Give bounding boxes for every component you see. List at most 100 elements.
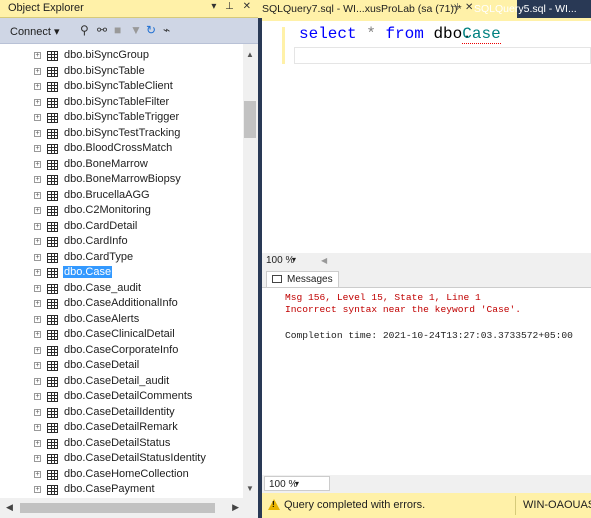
tree-horizontal-scrollbar[interactable]: ◀ ▶ bbox=[0, 498, 258, 518]
expand-icon[interactable]: + bbox=[34, 315, 41, 323]
tab-title: SQLQuery7.sql - WI...xusProLab (sa (71))… bbox=[262, 3, 462, 15]
activity-monitor-icon[interactable]: ⌁ bbox=[163, 23, 170, 37]
expand-icon[interactable]: + bbox=[34, 439, 41, 447]
tree-item[interactable]: + dbo.CaseCorporateInfo bbox=[0, 343, 243, 359]
tree-item[interactable]: + dbo.CaseDetailStatusIdentity bbox=[0, 451, 243, 467]
expand-icon[interactable]: + bbox=[34, 145, 41, 152]
keyword-select: select bbox=[299, 25, 357, 43]
chevron-down-icon[interactable]: ▾ bbox=[292, 255, 296, 264]
tree-item-label: dbo.CaseDetail_audit bbox=[64, 374, 170, 387]
tree-item[interactable]: + dbo.CaseHomeCollection bbox=[0, 467, 243, 483]
refresh-icon[interactable]: ↻ bbox=[146, 23, 156, 37]
disconnect-icon[interactable]: ⚯ bbox=[97, 23, 107, 37]
results-zoom-level: 100 % bbox=[269, 479, 298, 490]
tree-item[interactable]: + dbo.BloodCrossMatch bbox=[0, 141, 243, 157]
tree-item[interactable]: + dbo.CaseAdditionalInfo bbox=[0, 296, 243, 312]
tree-item[interactable]: + dbo.CaseDetail_audit bbox=[0, 374, 243, 390]
connect-object-icon[interactable]: ⚲ bbox=[80, 23, 89, 37]
messages-output[interactable]: Msg 156, Level 15, State 1, Line 1 Incor… bbox=[262, 288, 591, 475]
tree-item[interactable]: + dbo.BoneMarrowBiopsy bbox=[0, 172, 243, 188]
expand-icon[interactable]: + bbox=[34, 222, 41, 230]
table-icon bbox=[47, 299, 58, 309]
scroll-right-icon[interactable]: ▶ bbox=[232, 502, 239, 513]
connect-button[interactable]: Connect ▾ bbox=[10, 25, 60, 38]
expand-icon[interactable]: + bbox=[34, 346, 41, 354]
expand-icon[interactable]: + bbox=[34, 253, 41, 261]
tree-item[interactable]: + dbo.CaseDetailIdentity bbox=[0, 405, 243, 421]
tree-item[interactable]: + dbo.CaseDetailRemark bbox=[0, 420, 243, 436]
expand-icon[interactable]: + bbox=[34, 67, 41, 75]
tree-item[interactable]: + dbo.CardDetail bbox=[0, 219, 243, 235]
expand-icon[interactable]: + bbox=[34, 486, 41, 493]
tab-sqlquery5[interactable]: SQLQuery5.sql - WI... bbox=[474, 3, 577, 15]
expand-icon[interactable]: + bbox=[34, 393, 41, 400]
status-bar: Query completed with errors. WIN-OAOUAS.… bbox=[262, 493, 591, 518]
tree-item[interactable]: + dbo.biSyncGroup bbox=[0, 48, 243, 64]
table-icon bbox=[47, 113, 58, 123]
expand-icon[interactable]: + bbox=[34, 207, 41, 214]
tab-messages[interactable]: Messages bbox=[266, 271, 339, 287]
tree-item[interactable]: + dbo.biSyncTable bbox=[0, 64, 243, 80]
expand-icon[interactable]: + bbox=[34, 191, 41, 199]
tree-item-label: dbo.CaseDetailStatusIdentity bbox=[64, 452, 206, 464]
expand-icon[interactable]: + bbox=[34, 160, 41, 168]
tree-item[interactable]: + dbo.Case_audit bbox=[0, 281, 243, 297]
current-line-highlight bbox=[294, 47, 591, 64]
tree-item[interactable]: + dbo.CaseDetail bbox=[0, 358, 243, 374]
tree-item[interactable]: + dbo.CardType bbox=[0, 250, 243, 266]
tree-item[interactable]: + dbo.biSyncTableTrigger bbox=[0, 110, 243, 126]
stop-icon[interactable]: ■ bbox=[114, 23, 121, 37]
tree-item[interactable]: + dbo.CaseDetailComments bbox=[0, 389, 243, 405]
close-tab-icon[interactable]: ✕ bbox=[465, 2, 473, 13]
filter-icon[interactable]: ▼ bbox=[130, 23, 142, 37]
expand-icon[interactable]: + bbox=[34, 114, 41, 121]
results-zoom-bar: 100 % ▾ bbox=[262, 475, 591, 493]
status-message: Query completed with errors. bbox=[284, 499, 426, 511]
query-editor[interactable]: select * from dbo.Case bbox=[262, 18, 591, 259]
expand-icon[interactable]: + bbox=[34, 52, 41, 59]
expand-icon[interactable]: + bbox=[34, 129, 41, 137]
tree-item[interactable]: + dbo.BrucellaAGG bbox=[0, 188, 243, 204]
tree-item[interactable]: + dbo.CasePayment bbox=[0, 482, 243, 498]
tree-item[interactable]: + dbo.biSyncTestTracking bbox=[0, 126, 243, 142]
expand-icon[interactable]: + bbox=[34, 269, 41, 276]
expand-icon[interactable]: + bbox=[34, 83, 41, 90]
tree-item[interactable]: + dbo.CaseAlerts bbox=[0, 312, 243, 328]
tree-item[interactable]: + dbo.CaseDetailStatus bbox=[0, 436, 243, 452]
scroll-up-icon[interactable]: ▲ bbox=[246, 50, 254, 59]
expand-icon[interactable]: + bbox=[34, 408, 41, 416]
pin-icon[interactable]: ⊣ bbox=[450, 2, 459, 13]
server-name: WIN-OAOUAS... bbox=[523, 499, 591, 511]
expand-icon[interactable]: + bbox=[34, 98, 41, 106]
scroll-down-icon[interactable]: ▼ bbox=[246, 484, 254, 493]
tree-item[interactable]: + dbo.CardInfo bbox=[0, 234, 243, 250]
tree-item[interactable]: + dbo.CaseClinicalDetail bbox=[0, 327, 243, 343]
table-icon bbox=[47, 454, 58, 464]
expand-icon[interactable]: + bbox=[34, 176, 41, 183]
expand-icon[interactable]: + bbox=[34, 331, 41, 338]
tree-item[interactable]: + dbo.Case bbox=[0, 265, 243, 281]
expand-icon[interactable]: + bbox=[34, 470, 41, 478]
tree-vertical-scrollbar[interactable]: ▲ ▼ bbox=[243, 44, 258, 498]
expand-icon[interactable]: + bbox=[34, 424, 41, 431]
tree-item[interactable]: + dbo.biSyncTableClient bbox=[0, 79, 243, 95]
table-icon bbox=[47, 469, 58, 480]
tree-item[interactable]: + dbo.BoneMarrow bbox=[0, 157, 243, 173]
results-zoom-select[interactable]: 100 % ▾ bbox=[264, 476, 330, 491]
tree-item-label: dbo.CardDetail bbox=[64, 219, 138, 232]
tree-item[interactable]: + dbo.biSyncTableFilter bbox=[0, 95, 243, 111]
scroll-left-icon[interactable]: ◀ bbox=[6, 502, 13, 513]
window-controls[interactable]: ▾ ⊥ ✕ bbox=[211, 1, 254, 12]
expand-icon[interactable]: + bbox=[34, 238, 41, 245]
expand-icon[interactable]: + bbox=[34, 284, 41, 292]
scroll-thumb[interactable] bbox=[244, 101, 256, 138]
expand-icon[interactable]: + bbox=[34, 362, 41, 369]
editor-zoom-level[interactable]: 100 % bbox=[266, 255, 294, 266]
horizontal-scroll-thumb[interactable] bbox=[20, 503, 215, 513]
expand-icon[interactable]: + bbox=[34, 300, 41, 307]
tree-item[interactable]: + dbo.C2Monitoring bbox=[0, 203, 243, 219]
query-text[interactable]: select * from dbo.Case bbox=[299, 25, 501, 44]
scroll-left-icon[interactable]: ◀ bbox=[321, 256, 327, 265]
expand-icon[interactable]: + bbox=[34, 377, 41, 385]
expand-icon[interactable]: + bbox=[34, 455, 41, 462]
